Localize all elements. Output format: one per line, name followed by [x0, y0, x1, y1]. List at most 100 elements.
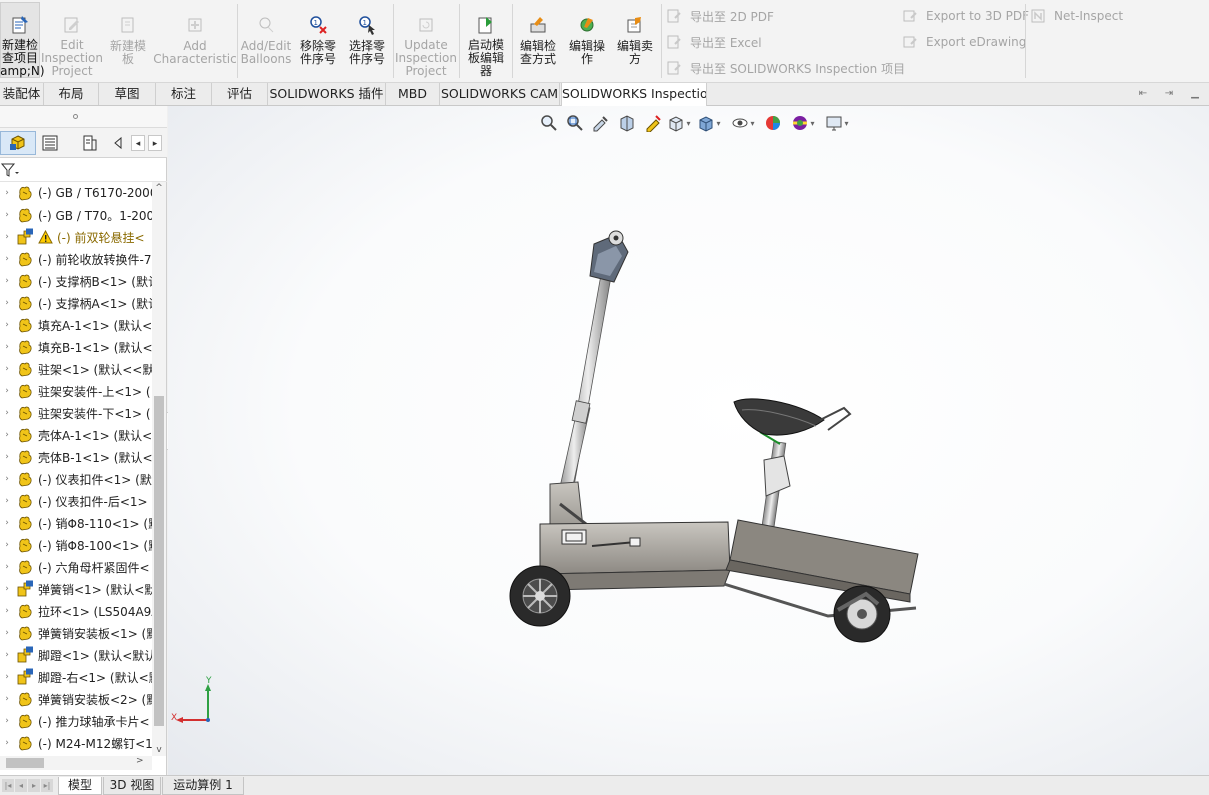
tree-item[interactable]: › (-) GB / T70。1-200: [0, 204, 152, 226]
add-edit-balloons-button[interactable]: Add/Edit Balloons: [240, 2, 292, 78]
expand-arrow-icon[interactable]: ›: [0, 232, 14, 242]
tree-item[interactable]: › (-) 推力球轴承卡片<: [0, 710, 152, 732]
tab-solidworks-addins[interactable]: SOLIDWORKS 插件: [268, 83, 386, 105]
tab-solidworks-inspection[interactable]: SOLIDWORKS Inspection: [561, 83, 707, 106]
expand-arrow-icon[interactable]: ›: [0, 738, 14, 748]
expand-arrow-icon[interactable]: ›: [0, 188, 14, 198]
tabs-scroll-right-icon[interactable]: ▸: [148, 135, 162, 151]
tree-item[interactable]: › 驻架安装件-上<1> (: [0, 380, 152, 402]
edit-operation-button[interactable]: 编辑操 作: [564, 2, 610, 78]
tree-item[interactable]: › (-) 支撑柄B<1> (默认: [0, 270, 152, 292]
expand-arrow-icon[interactable]: ›: [0, 562, 14, 572]
dock-left-icon[interactable]: ⇤: [1136, 88, 1150, 101]
tree-item[interactable]: › 填充B-1<1> (默认<: [0, 336, 152, 358]
graphics-area[interactable]: ▾ ▾ ▾ ▾ ▾ Y X: [168, 106, 1209, 775]
scroll-right-icon[interactable]: >: [136, 756, 144, 766]
edit-inspection-method-button[interactable]: 编辑检 查方式: [514, 2, 562, 78]
last-tab-icon[interactable]: ▸|: [41, 779, 53, 792]
tree-item[interactable]: › 壳体B-1<1> (默认<: [0, 446, 152, 468]
zoom-to-fit-icon[interactable]: [536, 112, 562, 134]
edit-inspection-project-button[interactable]: Edit Inspection Project: [41, 2, 103, 78]
tree-item[interactable]: › 拉环<1> (LS504A9A: [0, 600, 152, 622]
dynamic-annotation-icon[interactable]: [640, 112, 666, 134]
tree-item[interactable]: › (-) 销Φ8-110<1> (默: [0, 512, 152, 534]
tree-item[interactable]: › (-) 前双轮悬挂<: [0, 226, 152, 248]
tabs-scroll-left-icon[interactable]: ◂: [131, 135, 145, 151]
tree-item[interactable]: › (-) 支撑柄A<1> (默认: [0, 292, 152, 314]
next-tab-icon[interactable]: ▸: [28, 779, 40, 792]
expand-arrow-icon[interactable]: ›: [0, 386, 14, 396]
expand-arrow-icon[interactable]: ›: [0, 518, 14, 528]
export-inspection-project-button[interactable]: 导出至 SOLIDWORKS Inspection 项目: [666, 58, 905, 78]
tree-item[interactable]: › 壳体A-1<1> (默认<: [0, 424, 152, 446]
tree-item[interactable]: › 弹簧销安装板<1> (默: [0, 622, 152, 644]
tab-assembly[interactable]: 装配体: [0, 83, 44, 105]
expand-arrow-icon[interactable]: ›: [0, 628, 14, 638]
panel-handle[interactable]: [0, 106, 167, 128]
scroll-down-icon[interactable]: v: [152, 744, 166, 756]
tree-item[interactable]: › (-) GB / T6170-2000: [0, 182, 152, 204]
remove-balloon-button[interactable]: 1 移除零 件序号: [294, 2, 342, 78]
expand-arrow-icon[interactable]: ›: [0, 496, 14, 506]
tree-item[interactable]: › (-) 前轮收放转换件-7: [0, 248, 152, 270]
tab-solidworks-cam[interactable]: SOLIDWORKS CAM: [440, 83, 560, 105]
prev-tab-icon[interactable]: ◂: [15, 779, 27, 792]
minimize-ribbon-icon[interactable]: ▁: [1188, 88, 1202, 101]
tree-item[interactable]: › (-) 销Φ8-100<1> (默: [0, 534, 152, 556]
expand-arrow-icon[interactable]: ›: [0, 474, 14, 484]
tree-item[interactable]: › 弹簧销<1> (默认<默: [0, 578, 152, 600]
new-inspection-project-button[interactable]: 新建检 查项目 (amp;N): [0, 2, 45, 78]
hide-show-items-icon[interactable]: ▾: [726, 112, 760, 134]
tree-item[interactable]: › 驻架安装件-下<1> (: [0, 402, 152, 424]
update-inspection-project-button[interactable]: Update Inspection Project: [395, 2, 457, 78]
dimxpert-tab[interactable]: [110, 131, 130, 155]
tab-model[interactable]: 模型: [58, 777, 102, 795]
tree-item[interactable]: › 填充A-1<1> (默认<: [0, 314, 152, 336]
apply-scene-icon[interactable]: ▾: [786, 112, 820, 134]
tree-item[interactable]: › 脚蹬-右<1> (默认<默: [0, 666, 152, 688]
expand-arrow-icon[interactable]: ›: [0, 430, 14, 440]
select-balloon-button[interactable]: 1 选择零 件序号: [344, 2, 390, 78]
expand-arrow-icon[interactable]: ›: [0, 342, 14, 352]
expand-arrow-icon[interactable]: ›: [0, 694, 14, 704]
first-tab-icon[interactable]: |◂: [2, 779, 14, 792]
add-characteristic-button[interactable]: Add Characteristic: [153, 2, 237, 78]
expand-arrow-icon[interactable]: ›: [0, 298, 14, 308]
expand-arrow-icon[interactable]: ›: [0, 320, 14, 330]
template-editor-button[interactable]: 启动模 板编辑 器: [462, 2, 510, 78]
expand-arrow-icon[interactable]: ›: [0, 364, 14, 374]
expand-arrow-icon[interactable]: ›: [0, 408, 14, 418]
expand-arrow-icon[interactable]: ›: [0, 606, 14, 616]
expand-arrow-icon[interactable]: ›: [0, 276, 14, 286]
tab-motion-study-1[interactable]: 运动算例 1: [162, 777, 244, 795]
dock-right-icon[interactable]: ⇥: [1162, 88, 1176, 101]
edit-vendor-button[interactable]: 编辑卖 方: [612, 2, 658, 78]
new-template-button[interactable]: 新建模 板: [102, 2, 154, 78]
previous-view-icon[interactable]: [588, 112, 614, 134]
tree-item[interactable]: › (-) 仪表扣件-后<1>: [0, 490, 152, 512]
export-2d-pdf-button[interactable]: 导出至 2D PDF: [666, 6, 774, 26]
expand-arrow-icon[interactable]: ›: [0, 540, 14, 550]
feature-manager-tab[interactable]: [0, 131, 36, 155]
tab-evaluate[interactable]: 评估: [212, 83, 268, 105]
tree-item[interactable]: › (-) 六角母杆紧固件<: [0, 556, 152, 578]
tab-markup[interactable]: 标注: [156, 83, 212, 105]
edit-appearance-icon[interactable]: [760, 112, 786, 134]
scooter-3d-model[interactable]: [498, 224, 938, 664]
expand-arrow-icon[interactable]: ›: [0, 650, 14, 660]
tree-horizontal-scrollbar[interactable]: >: [0, 756, 152, 770]
tree-item[interactable]: › 驻架<1> (默认<<默: [0, 358, 152, 380]
section-view-icon[interactable]: [614, 112, 640, 134]
net-inspect-button[interactable]: Net-Inspect: [1030, 6, 1123, 26]
new-template-label[interactable]: 新建模 板: [110, 40, 146, 66]
scroll-up-icon[interactable]: ^: [152, 182, 166, 194]
scroll-thumb[interactable]: [154, 396, 164, 726]
view-settings-icon[interactable]: ▾: [820, 112, 854, 134]
tab-sketch[interactable]: 草图: [99, 83, 156, 105]
tab-mbd[interactable]: MBD: [386, 83, 440, 105]
tree-item[interactable]: › (-) M24-M12螺钉<1: [0, 732, 152, 754]
tree-vertical-scrollbar[interactable]: ^ v: [152, 182, 166, 756]
configuration-manager-tab[interactable]: [72, 131, 108, 155]
expand-arrow-icon[interactable]: ›: [0, 254, 14, 264]
expand-arrow-icon[interactable]: ›: [0, 672, 14, 682]
